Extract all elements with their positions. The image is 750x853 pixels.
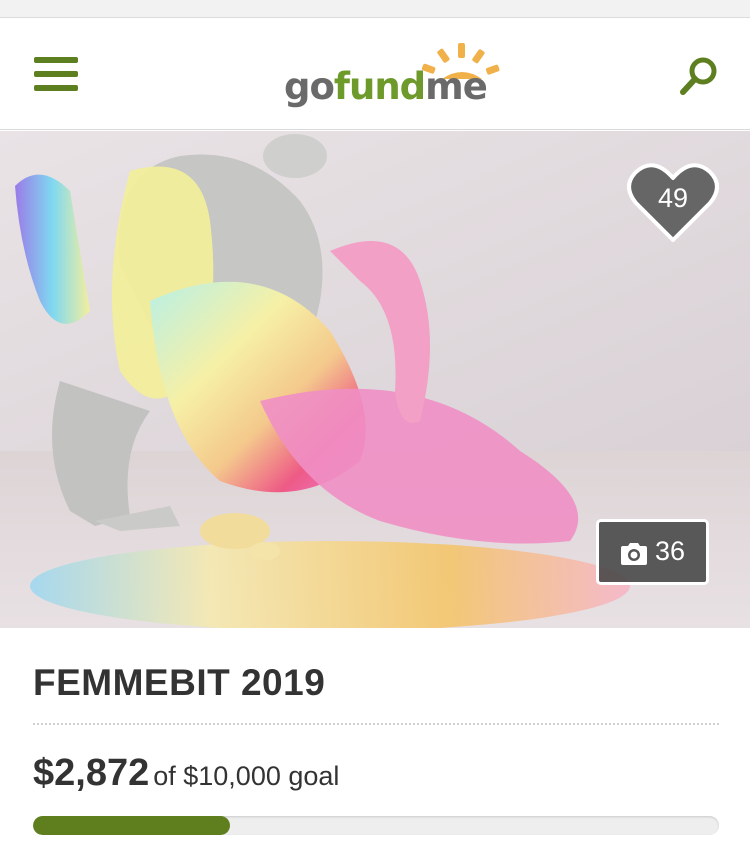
photo-count: 36 bbox=[655, 536, 686, 566]
heart-count: 49 bbox=[657, 183, 689, 213]
funding-summary: $2,872 of $10,000 goal bbox=[33, 752, 339, 795]
gofundme-logo[interactable]: gofundme bbox=[282, 41, 502, 111]
raised-amount: $2,872 bbox=[33, 752, 150, 794]
status-strip bbox=[0, 0, 750, 18]
photo-gallery-button[interactable]: 36 bbox=[596, 519, 709, 585]
search-icon[interactable] bbox=[678, 55, 720, 97]
logo-wordmark: gofundme bbox=[284, 65, 488, 108]
progress-fill bbox=[33, 816, 231, 835]
goal-text: of $10,000 goal bbox=[153, 761, 340, 791]
camera-icon bbox=[621, 543, 647, 565]
hamburger-menu-icon[interactable] bbox=[34, 57, 78, 91]
divider bbox=[33, 723, 719, 725]
progress-bar bbox=[33, 816, 719, 835]
app-header: gofundme bbox=[0, 19, 750, 130]
campaign-title: FEMMEBIT 2019 bbox=[33, 662, 326, 703]
